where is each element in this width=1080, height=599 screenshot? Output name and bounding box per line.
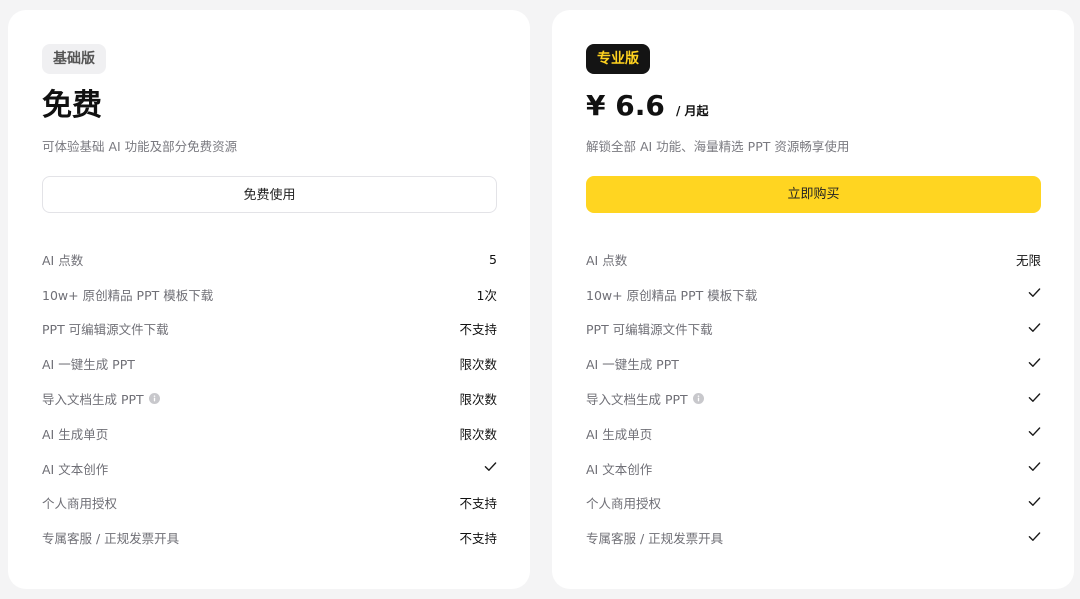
pro-feature-list: AI 点数 无限 10w+ 原创精品 PPT 模板下载 PPT 可编辑源文件下载 AI … xyxy=(586,242,1041,555)
feature-value: 1次 xyxy=(476,287,497,303)
feature-value xyxy=(1028,286,1041,302)
feature-row: 个人商用授权 不支持 xyxy=(42,486,497,521)
feature-label: AI 点数 xyxy=(42,250,83,269)
free-feature-list: AI 点数 5 10w+ 原创精品 PPT 模板下载 1次 PPT 可编辑源文件下载 不支… xyxy=(42,242,497,555)
feature-row: AI 点数 无限 xyxy=(586,242,1041,277)
feature-label-text: 专属客服 / 正规发票开具 xyxy=(586,531,724,547)
check-icon xyxy=(1028,532,1041,541)
feature-label-text: AI 点数 xyxy=(42,252,84,268)
feature-label: PPT 可编辑源文件下载 xyxy=(42,319,169,338)
feature-value: 不支持 xyxy=(459,322,497,338)
feature-label: AI 生成单页 xyxy=(42,424,108,443)
feature-label-text: 专属客服 / 正规发票开具 xyxy=(42,531,180,547)
feature-row: PPT 可编辑源文件下载 不支持 xyxy=(42,312,497,347)
feature-label: 个人商用授权 xyxy=(586,493,661,512)
feature-value: 无限 xyxy=(1015,252,1041,268)
feature-label: AI 文本创作 xyxy=(42,459,108,478)
free-plan-card: 基础版 免费 可体验基础 AI 功能及部分免费资源 免费使用 AI 点数 5 10w… xyxy=(8,10,530,589)
check-icon xyxy=(1028,427,1041,437)
feature-label-text: 导入文档生成 PPT xyxy=(42,392,144,408)
feature-row: AI 一键生成 PPT xyxy=(586,346,1041,381)
check-icon xyxy=(1028,323,1041,332)
feature-label: AI 一键生成 PPT xyxy=(42,354,135,373)
feature-label: AI 生成单页 xyxy=(586,424,652,443)
feature-value xyxy=(1028,321,1041,337)
feature-row: 10w+ 原创精品 PPT 模板下载 xyxy=(586,277,1041,312)
check-icon xyxy=(1028,462,1041,472)
feature-value: 不支持 xyxy=(459,531,497,547)
feature-row: AI 生成单页 限次数 xyxy=(42,416,497,451)
pricing-page: 基础版 免费 可体验基础 AI 功能及部分免费资源 免费使用 AI 点数 5 10w… xyxy=(0,0,1080,599)
pro-price-unit: / 月起 xyxy=(675,104,709,118)
feature-label: 10w+ 原创精品 PPT 模板下载 xyxy=(42,285,213,304)
feature-label-text: AI 点数 xyxy=(586,252,628,268)
check-icon xyxy=(1028,358,1041,367)
feature-label-text: AI 文本创作 xyxy=(42,461,109,477)
feature-value: 不支持 xyxy=(459,496,497,512)
feature-value xyxy=(1028,530,1041,546)
info-icon[interactable] xyxy=(148,393,160,405)
feature-row: 10w+ 原创精品 PPT 模板下载 1次 xyxy=(42,277,497,312)
feature-label: AI 文本创作 xyxy=(586,459,652,478)
feature-label-text: 10w+ 原创精品 PPT 模板下载 xyxy=(42,287,214,303)
feature-row: AI 一键生成 PPT 限次数 xyxy=(42,346,497,381)
feature-row: 专属客服 / 正规发票开具 xyxy=(586,520,1041,555)
feature-value xyxy=(1028,460,1041,476)
feature-row: AI 文本创作 xyxy=(586,451,1041,486)
free-plan-title: 免费 xyxy=(42,88,102,123)
feature-label-text: 10w+ 原创精品 PPT 模板下载 xyxy=(586,287,758,303)
feature-value: 5 xyxy=(489,251,497,267)
feature-row: PPT 可编辑源文件下载 xyxy=(586,312,1041,347)
check-icon xyxy=(1028,497,1041,506)
feature-value xyxy=(1028,356,1041,372)
pro-plan-card: 专业版 ¥ 6.6 / 月起 解锁全部 AI 功能、海量精选 PPT 资源畅享使… xyxy=(552,10,1074,589)
feature-row: AI 生成单页 xyxy=(586,416,1041,451)
check-icon xyxy=(1028,392,1041,402)
pro-price-amount: ¥ 6.6 xyxy=(586,89,665,122)
feature-row: 个人商用授权 xyxy=(586,486,1041,521)
feature-value xyxy=(1028,391,1041,407)
pro-plan-badge: 专业版 xyxy=(586,44,650,74)
feature-label-text: AI 一键生成 PPT xyxy=(42,357,135,373)
feature-row: AI 文本创作 xyxy=(42,451,497,486)
feature-value: 限次数 xyxy=(459,426,497,442)
feature-row: 导入文档生成 PPT xyxy=(586,381,1041,416)
feature-row: AI 点数 5 xyxy=(42,242,497,277)
feature-value xyxy=(484,460,497,476)
buy-now-button[interactable]: 立即购买 xyxy=(586,176,1041,213)
pro-plan-description: 解锁全部 AI 功能、海量精选 PPT 资源畅享使用 xyxy=(586,139,850,154)
info-icon[interactable] xyxy=(692,393,704,405)
feature-label: 10w+ 原创精品 PPT 模板下载 xyxy=(586,285,757,304)
feature-label-text: AI 一键生成 PPT xyxy=(586,357,679,373)
feature-label: 专属客服 / 正规发票开具 xyxy=(586,528,723,547)
feature-label: 专属客服 / 正规发票开具 xyxy=(42,528,179,547)
feature-value: 限次数 xyxy=(459,357,497,373)
feature-label-text: PPT 可编辑源文件下载 xyxy=(42,322,169,338)
feature-value xyxy=(1028,495,1041,511)
feature-label: AI 一键生成 PPT xyxy=(586,354,679,373)
free-plan-badge: 基础版 xyxy=(42,44,106,74)
pro-plan-price: ¥ 6.6 / 月起 xyxy=(586,86,709,131)
feature-value xyxy=(1028,425,1041,441)
free-plan-description: 可体验基础 AI 功能及部分免费资源 xyxy=(42,139,238,154)
feature-label-text: PPT 可编辑源文件下载 xyxy=(586,322,713,338)
feature-value: 限次数 xyxy=(459,392,497,408)
feature-label-text: 个人商用授权 xyxy=(586,496,662,512)
feature-row: 导入文档生成 PPT 限次数 xyxy=(42,381,497,416)
feature-label: 导入文档生成 PPT xyxy=(42,389,160,408)
check-icon xyxy=(484,462,497,472)
free-use-button[interactable]: 免费使用 xyxy=(42,176,497,213)
feature-label-text: AI 文本创作 xyxy=(586,461,653,477)
feature-label: 导入文档生成 PPT xyxy=(586,389,704,408)
feature-label: PPT 可编辑源文件下载 xyxy=(586,319,713,338)
feature-label: 个人商用授权 xyxy=(42,493,117,512)
feature-row: 专属客服 / 正规发票开具 不支持 xyxy=(42,520,497,555)
feature-label: AI 点数 xyxy=(586,250,627,269)
feature-label-text: 个人商用授权 xyxy=(42,496,118,512)
check-icon xyxy=(1028,288,1041,298)
feature-label-text: AI 生成单页 xyxy=(586,426,653,442)
feature-label-text: 导入文档生成 PPT xyxy=(586,392,688,408)
feature-label-text: AI 生成单页 xyxy=(42,426,109,442)
